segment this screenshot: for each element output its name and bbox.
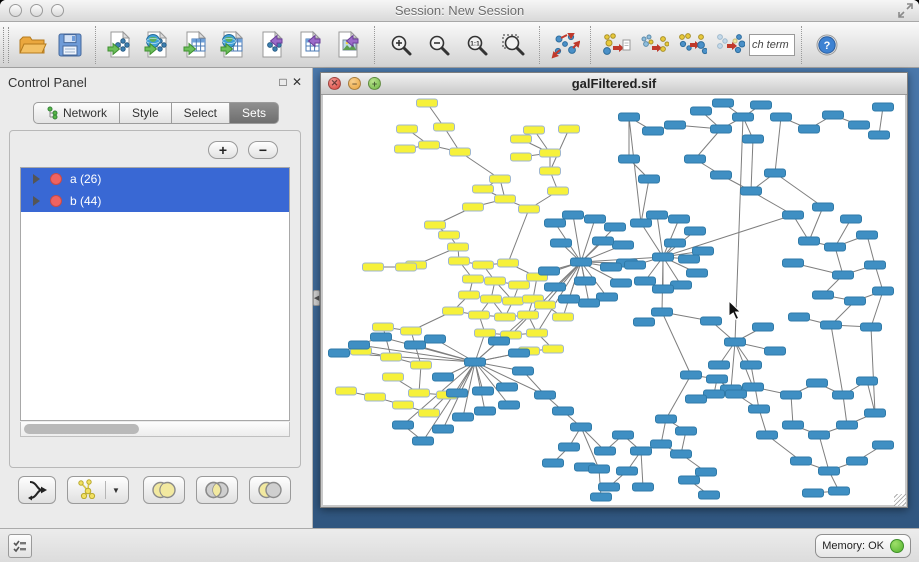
import-network-web-button[interactable] bbox=[140, 25, 178, 65]
deselect-all-button[interactable] bbox=[711, 25, 749, 65]
help-button[interactable]: ? bbox=[808, 25, 846, 65]
fullscreen-icon[interactable] bbox=[898, 3, 913, 23]
apply-layout-button[interactable] bbox=[546, 25, 584, 65]
set-row-b[interactable]: b (44) bbox=[21, 190, 289, 212]
export-network-button[interactable] bbox=[254, 25, 292, 65]
toolbar-separator bbox=[590, 26, 591, 64]
svg-text:?: ? bbox=[824, 40, 831, 52]
close-panel-button[interactable]: ✕ bbox=[290, 75, 304, 89]
svg-text:1:1: 1:1 bbox=[470, 41, 480, 48]
sets-panel: + − a (26) b (44) bbox=[9, 130, 301, 468]
difference-sets-button[interactable] bbox=[249, 476, 291, 504]
tab-network[interactable]: Network bbox=[33, 102, 120, 124]
export-table-button[interactable] bbox=[292, 25, 330, 65]
set-label: b (44) bbox=[70, 194, 101, 208]
main-toolbar: 1:1 ? bbox=[0, 22, 919, 68]
zoom-out-button[interactable] bbox=[419, 25, 457, 65]
network-window[interactable]: ✕ − + galFiltered.sif bbox=[320, 72, 908, 508]
remove-set-button[interactable]: − bbox=[248, 141, 278, 159]
union-sets-button[interactable] bbox=[143, 476, 185, 504]
tab-sets[interactable]: Sets bbox=[230, 102, 279, 124]
add-set-button[interactable]: + bbox=[208, 141, 238, 159]
select-all-button[interactable] bbox=[673, 25, 711, 65]
sets-list[interactable]: a (26) b (44) bbox=[20, 167, 290, 421]
network-tree-icon bbox=[46, 106, 58, 120]
select-from-file-button[interactable] bbox=[597, 25, 635, 65]
window-titlebar[interactable]: Session: New Session bbox=[0, 0, 919, 22]
open-session-button[interactable] bbox=[13, 25, 51, 65]
save-session-button[interactable] bbox=[51, 25, 89, 65]
control-panel-title: Control Panel bbox=[8, 75, 87, 90]
set-label: a (26) bbox=[70, 172, 101, 186]
float-panel-button[interactable]: □ bbox=[276, 75, 290, 89]
horizontal-scrollbar[interactable] bbox=[20, 422, 290, 437]
control-panel-header: Control Panel □ ✕ bbox=[0, 68, 312, 96]
expand-triangle-icon[interactable] bbox=[33, 196, 40, 206]
toolbar-separator bbox=[539, 26, 540, 64]
application-window: Session: New Session 1:1 ? Control P bbox=[0, 0, 919, 562]
network-window-title: galFiltered.sif bbox=[321, 76, 907, 91]
expand-triangle-icon[interactable] bbox=[33, 174, 40, 184]
network-desktop: ◀ ✕ − + galFiltered.sif bbox=[313, 68, 919, 528]
set-row-a[interactable]: a (26) bbox=[21, 168, 289, 190]
network-graph[interactable] bbox=[323, 95, 905, 505]
split-sets-button[interactable] bbox=[18, 476, 56, 504]
zoom-1-1-button[interactable]: 1:1 bbox=[457, 25, 495, 65]
set-operations-toolbar: ▼ bbox=[18, 476, 305, 504]
task-history-button[interactable] bbox=[8, 534, 32, 558]
splitter-collapse-handle[interactable]: ◀ bbox=[313, 290, 320, 306]
scrollbar-thumb[interactable] bbox=[24, 424, 139, 434]
select-first-neighbors-button[interactable] bbox=[635, 25, 673, 65]
chevron-down-icon[interactable]: ▼ bbox=[105, 481, 120, 499]
import-table-web-button[interactable] bbox=[216, 25, 254, 65]
control-panel: Control Panel □ ✕ Network Style Select S… bbox=[0, 68, 313, 528]
search-input[interactable] bbox=[749, 34, 795, 56]
network-window-titlebar[interactable]: ✕ − + galFiltered.sif bbox=[321, 73, 907, 95]
import-network-file-button[interactable] bbox=[102, 25, 140, 65]
toolbar-drag-handle[interactable] bbox=[3, 27, 9, 63]
resize-grip[interactable] bbox=[894, 494, 906, 506]
status-bar: Memory: OK bbox=[0, 528, 919, 562]
tab-select[interactable]: Select bbox=[172, 102, 230, 124]
toolbar-separator bbox=[801, 26, 802, 64]
memory-status-button[interactable]: Memory: OK bbox=[815, 534, 911, 558]
intersect-sets-button[interactable] bbox=[196, 476, 238, 504]
network-canvas[interactable] bbox=[323, 95, 905, 505]
zoom-fit-selected-button[interactable] bbox=[495, 25, 533, 65]
tab-style[interactable]: Style bbox=[120, 102, 172, 124]
memory-ok-icon bbox=[890, 539, 904, 553]
set-color-icon bbox=[50, 173, 62, 185]
extract-set-button[interactable]: ▼ bbox=[67, 476, 129, 504]
zoom-in-button[interactable] bbox=[381, 25, 419, 65]
toolbar-separator bbox=[374, 26, 375, 64]
toolbar-separator bbox=[95, 26, 96, 64]
extract-set-icon bbox=[76, 479, 100, 502]
control-panel-tabs: Network Style Select Sets bbox=[0, 102, 312, 124]
export-image-button[interactable] bbox=[330, 25, 368, 65]
set-color-icon bbox=[50, 195, 62, 207]
memory-status-label: Memory: OK bbox=[822, 540, 884, 552]
window-title: Session: New Session bbox=[0, 3, 919, 18]
import-table-file-button[interactable] bbox=[178, 25, 216, 65]
